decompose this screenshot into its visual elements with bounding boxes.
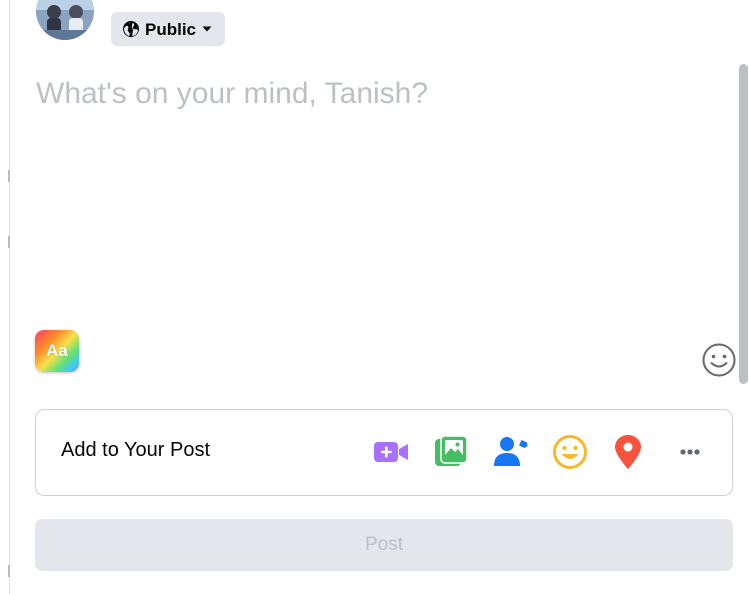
location-pin-icon [615,435,641,469]
scrollbar-thumb[interactable] [739,64,748,384]
dialog-left-border [9,0,10,594]
avatar-image [36,0,94,40]
tag-people-button[interactable] [491,432,531,472]
create-post-dialog: Public Aa Add to Your Post [0,0,749,594]
video-camera-icon [374,442,408,462]
emoji-picker-button[interactable] [701,342,737,378]
privacy-label: Public [145,19,197,39]
smiley-outline-icon [702,343,736,377]
smiley-icon [553,435,587,469]
more-dots-icon [680,449,700,455]
post-composer-input[interactable] [36,74,686,314]
border-tick [8,236,10,248]
add-to-post-panel: Add to Your Post [35,409,733,496]
check-in-button[interactable] [608,432,648,472]
photo-icon [435,435,468,466]
photo-video-button[interactable] [431,432,471,472]
feeling-activity-button[interactable] [550,432,590,472]
border-tick [8,170,10,182]
more-options-button[interactable] [670,432,710,472]
add-to-post-label: Add to Your Post [61,439,211,461]
privacy-selector-button[interactable]: Public [111,12,226,46]
caret-down-icon [202,26,212,32]
background-style-label: Aa [46,341,68,360]
live-video-button[interactable] [371,432,411,472]
border-tick [8,565,10,577]
post-button[interactable]: Post [35,519,733,571]
avatar[interactable] [36,0,94,40]
globe-icon [123,21,139,37]
background-style-button[interactable]: Aa [35,330,79,372]
tag-people-icon [494,437,528,466]
